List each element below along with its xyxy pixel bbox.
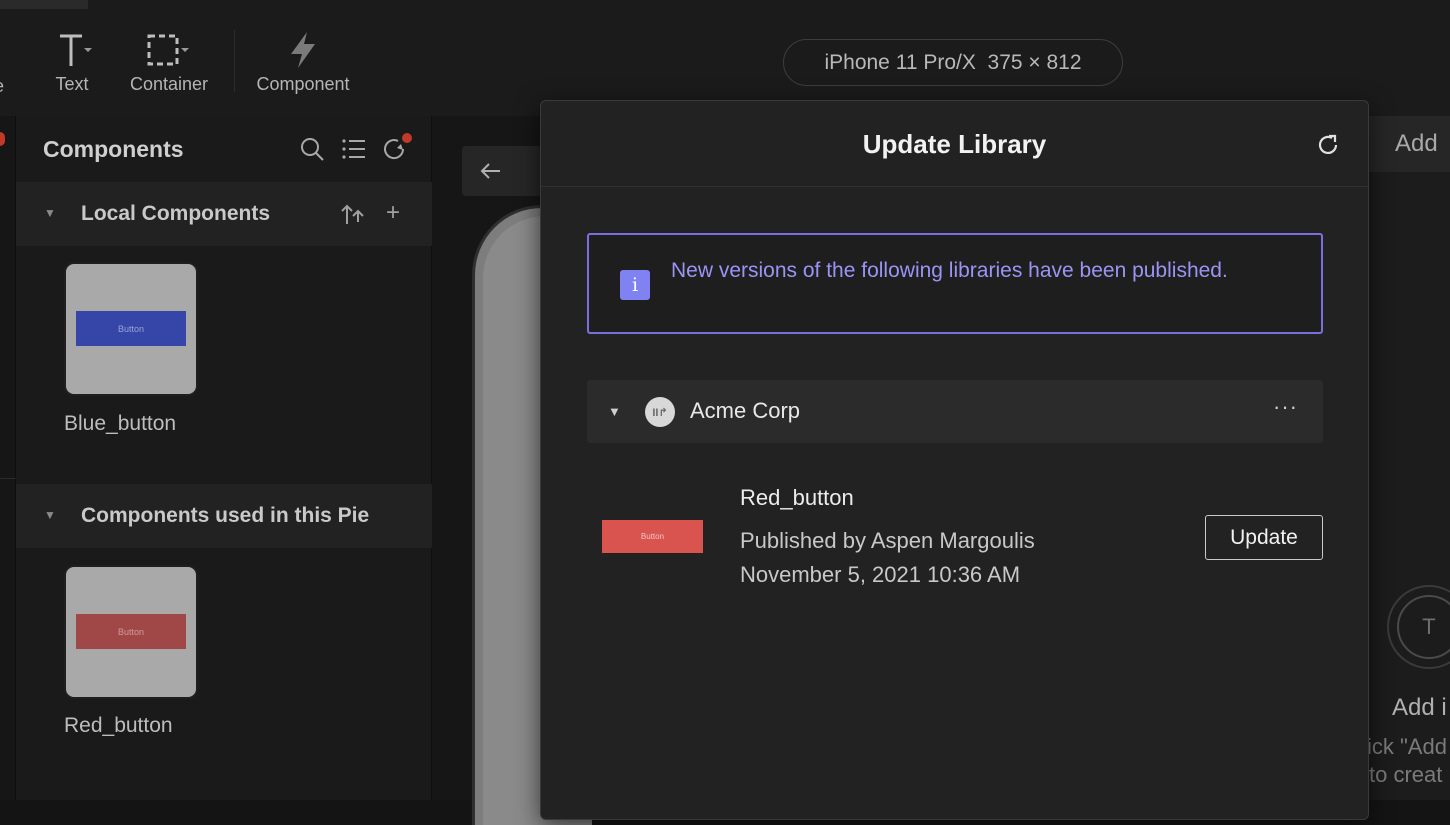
info-message: New versions of the following libraries … xyxy=(671,259,1228,282)
add-item-hint: ick "Add xyxy=(1367,734,1447,759)
component-name: Red_button xyxy=(740,485,854,510)
sort-icon[interactable] xyxy=(339,202,365,228)
library-logo: II↱ xyxy=(645,397,675,427)
chevron-down-icon[interactable]: ▼ xyxy=(44,206,56,220)
component-published-date: November 5, 2021 10:36 AM xyxy=(740,562,1021,587)
component-thumbnail: Button xyxy=(602,520,703,553)
search-icon[interactable] xyxy=(299,136,325,162)
section-title: Components used in this Pie xyxy=(81,504,370,527)
section-local-components[interactable]: ▼ Local Components + xyxy=(16,182,432,246)
library-name: Acme Corp xyxy=(690,398,801,423)
toolbar-top-strip xyxy=(0,0,88,9)
add-icon[interactable]: + xyxy=(386,199,400,227)
text-tool-button[interactable]: Text xyxy=(44,30,100,95)
component-card-red-button[interactable]: Button xyxy=(64,565,198,699)
component-tool-button[interactable]: Component xyxy=(246,30,360,95)
container-tool-label: Container xyxy=(129,74,209,94)
update-button[interactable]: Update xyxy=(1205,515,1323,560)
lightning-icon xyxy=(291,32,315,68)
modal-header: Update Library xyxy=(541,101,1368,187)
left-rail xyxy=(0,116,16,800)
section-components-used[interactable]: ▼ Components used in this Pie xyxy=(16,484,432,548)
right-panel-tab-label[interactable]: Add xyxy=(1395,130,1438,158)
chevron-down-icon[interactable]: ▼ xyxy=(608,404,621,419)
arrow-left-icon[interactable] xyxy=(478,158,504,184)
info-banner: i New versions of the following librarie… xyxy=(587,233,1323,334)
add-item-heading: Add i xyxy=(1392,694,1447,721)
more-options-icon[interactable]: ··· xyxy=(1273,394,1298,420)
component-tool-label: Component xyxy=(256,74,350,94)
section-title: Local Components xyxy=(81,202,271,225)
rail-notification-dot xyxy=(0,132,5,146)
component-publisher: Published by Aspen Margoulis xyxy=(740,528,1035,553)
rail-divider xyxy=(0,478,16,479)
component-preview-button: Button xyxy=(76,311,186,346)
chevron-down-icon[interactable]: ▼ xyxy=(44,508,56,522)
tool-partial-label[interactable]: e xyxy=(0,76,4,97)
component-name: Red_button xyxy=(64,714,173,737)
list-icon[interactable] xyxy=(341,136,367,162)
container-icon xyxy=(147,34,189,66)
library-row-acme-corp[interactable]: ▼ II↱ Acme Corp ··· xyxy=(587,380,1323,443)
panel-title: Components xyxy=(43,136,184,162)
info-icon: i xyxy=(620,270,650,300)
container-tool-button[interactable]: Container xyxy=(118,30,220,95)
text-icon xyxy=(60,34,92,66)
toolbar-divider xyxy=(234,30,235,92)
components-panel: Components ▼ Local Components + Button B… xyxy=(16,116,432,800)
add-item-hint: to creat xyxy=(1369,762,1443,787)
update-library-modal: Update Library i New versions of the fol… xyxy=(540,100,1369,820)
component-card-blue-button[interactable]: Button xyxy=(64,262,198,396)
notification-badge xyxy=(400,131,414,145)
top-toolbar: e Text Container Component iPhone 11 Pro… xyxy=(0,0,1450,116)
component-name: Blue_button xyxy=(64,412,177,435)
refresh-icon[interactable] xyxy=(1315,132,1341,158)
modal-title: Update Library xyxy=(862,129,1047,159)
text-tool-label: Text xyxy=(55,74,89,94)
component-preview-button: Button xyxy=(76,614,186,649)
device-size-selector[interactable]: iPhone 11 Pro/X 375 × 812 xyxy=(783,39,1123,86)
